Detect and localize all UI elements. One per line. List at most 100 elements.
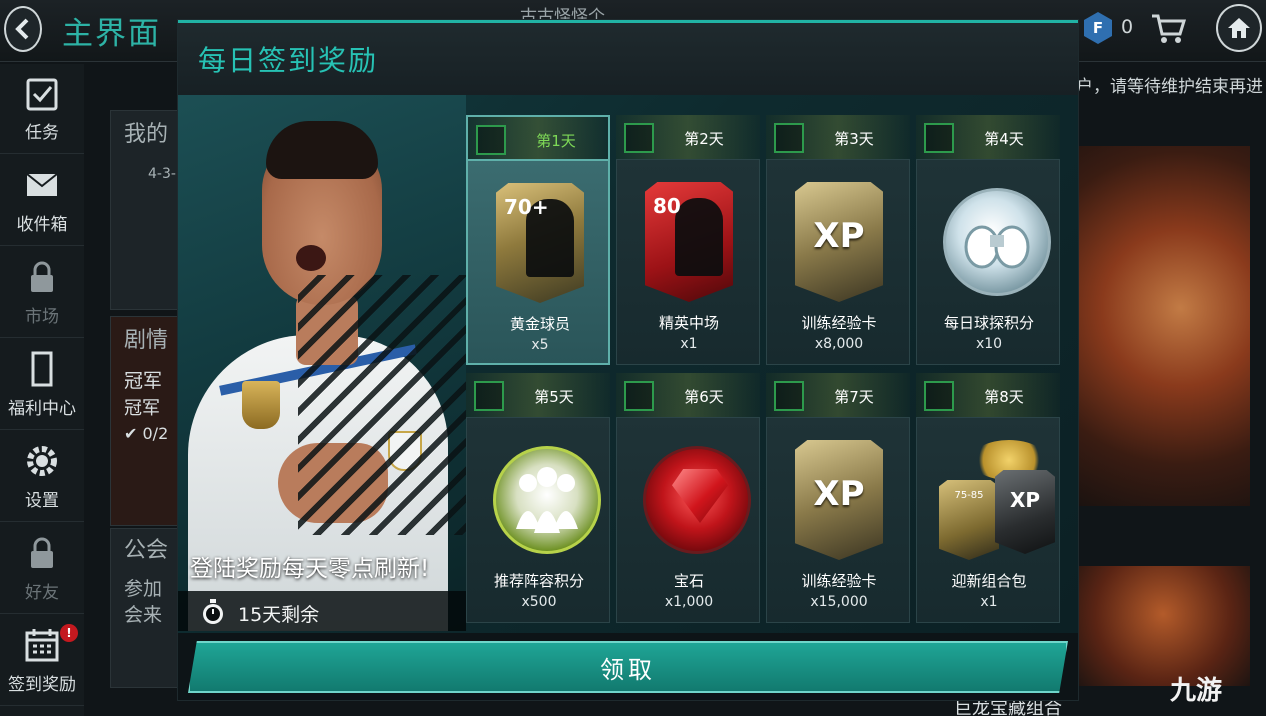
pack-rating: 75-85: [954, 490, 984, 501]
reward-day-6[interactable]: 第6天 宝石 x1,000: [616, 373, 760, 623]
card-icon: [24, 350, 60, 388]
envelope-icon: [24, 166, 60, 204]
sidebar-item-inbox[interactable]: 收件箱: [0, 156, 84, 246]
xp-label: XP: [813, 216, 865, 256]
sidebar-item-welfare[interactable]: 福利中心: [0, 340, 84, 430]
reward-name: 每日球探积分: [943, 314, 1034, 332]
fifa-points-count: 0: [1121, 16, 1134, 38]
reward-day-8[interactable]: 第8天 75-85 XP 迎新组合包 x1: [916, 373, 1060, 623]
sidebar-item-tasks[interactable]: 任务: [0, 64, 84, 154]
sidebar-item-signin-rewards[interactable]: ! 签到奖励: [0, 616, 84, 706]
page-title: 主界面: [62, 16, 161, 52]
reward-name: 迎新组合包: [951, 572, 1027, 590]
day-label: 第6天: [684, 388, 724, 406]
day-header: 第2天: [616, 115, 760, 159]
day-header: 第4天: [916, 115, 1060, 159]
my-team-label: 我的: [124, 122, 169, 147]
time-remaining-text: 15天剩余: [238, 604, 320, 626]
day-label: 第2天: [684, 130, 724, 148]
sidebar-item-label: 任务: [25, 123, 59, 143]
reward-day-7[interactable]: 第7天 XP 训练经验卡 x15,000: [766, 373, 910, 623]
reward-name: 推荐阵容积分: [493, 572, 584, 590]
reward-quantity: x1,000: [664, 594, 714, 610]
stopwatch-icon: [203, 599, 223, 624]
gold-player-card-icon: 70+: [490, 183, 590, 307]
day-label: 第1天: [536, 132, 576, 150]
day-label: 第5天: [534, 388, 574, 406]
day-checkbox: [924, 123, 954, 153]
player-mouth: [296, 245, 326, 271]
day-header: 第8天: [916, 373, 1060, 417]
sidebar-item-label: 福利中心: [8, 399, 76, 419]
champion-label-1: 冠军: [124, 370, 163, 392]
reward-day-4[interactable]: 第4天 每日球探积分 x10: [916, 115, 1060, 365]
clipboard-check-icon: [24, 74, 60, 112]
reward-name: 训练经验卡: [801, 314, 877, 332]
day-header: 第1天: [466, 115, 610, 159]
day-checkbox: [924, 381, 954, 411]
modal-title: 每日签到奖励: [198, 44, 379, 77]
champion-label-2: 冠军: [124, 398, 160, 419]
modal-header: 每日签到奖励: [178, 23, 1078, 95]
reward-card: 每日球探积分 x10: [916, 159, 1060, 365]
daily-signin-modal: 每日签到奖励 登陆奖励每天零点刷新! 15天剩余 第1天 70+ 黄金球员 x5…: [178, 20, 1078, 700]
diagonal-stripes: [298, 275, 466, 535]
sidebar-item-market[interactable]: 市场: [0, 248, 84, 338]
reward-quantity: x10: [975, 336, 1003, 352]
time-remaining-bar: 15天剩余: [178, 591, 466, 631]
sidebar: 任务 收件箱 市场 福利中心 设置 好友 ! 签到奖励: [0, 64, 84, 716]
reward-day-1[interactable]: 第1天 70+ 黄金球员 x5: [466, 115, 610, 365]
join-label-1: 参加: [124, 578, 163, 600]
calendar-icon: [24, 626, 60, 664]
reward-day-3[interactable]: 第3天 XP 训练经验卡 x8,000: [766, 115, 910, 365]
reward-card: 75-85 XP 迎新组合包 x1: [916, 417, 1060, 623]
day-label: 第3天: [834, 130, 874, 148]
xp-label: XP: [1009, 488, 1041, 512]
squad-players-icon: [489, 440, 601, 564]
reward-card: 宝石 x1,000: [616, 417, 760, 623]
card-rating: 80: [653, 194, 681, 218]
combo-pack-icon: 75-85 XP: [939, 440, 1055, 564]
join-label-2: 会来: [124, 604, 163, 626]
sidebar-item-label: 签到奖励: [8, 675, 76, 695]
xp-card-icon: XP: [789, 182, 889, 306]
day-header: 第7天: [766, 373, 910, 417]
reward-day-grid: 第1天 70+ 黄金球员 x5 第2天 80 精英中场 x1 第3天 XP 训练…: [466, 115, 1066, 631]
chevron-left-icon: [15, 18, 29, 40]
day-header: 第6天: [616, 373, 760, 417]
reward-card: 80 精英中场 x1: [616, 159, 760, 365]
day-checkbox: [476, 125, 506, 155]
binoculars-icon: [939, 182, 1051, 306]
reward-name: 精英中场: [658, 314, 719, 332]
sidebar-item-settings[interactable]: 设置: [0, 432, 84, 522]
reward-card: 70+ 黄金球员 x5: [466, 159, 610, 365]
reward-quantity: x8,000: [814, 336, 864, 352]
back-button[interactable]: [4, 6, 42, 52]
elite-player-card-icon: 80: [639, 182, 739, 306]
reward-name: 宝石: [673, 572, 704, 590]
lock-icon: [24, 534, 60, 572]
day-checkbox: [774, 123, 804, 153]
reward-name: 黄金球员: [509, 315, 570, 333]
xp-label: XP: [813, 474, 865, 514]
sidebar-item-label: 好友: [25, 583, 59, 603]
player-hair: [266, 121, 378, 179]
day-checkbox: [474, 381, 504, 411]
reward-quantity: x5: [531, 337, 549, 353]
home-button[interactable]: [1216, 4, 1262, 52]
modal-body: 登陆奖励每天零点刷新! 15天剩余 第1天 70+ 黄金球员 x5 第2天 80…: [178, 95, 1078, 633]
day-label: 第4天: [984, 130, 1024, 148]
sidebar-item-friends[interactable]: 好友: [0, 524, 84, 614]
reward-card: XP 训练经验卡 x8,000: [766, 159, 910, 365]
claim-button[interactable]: 领取: [188, 641, 1068, 693]
fifa-points-icon: F: [1084, 12, 1112, 44]
refresh-notice: 登陆奖励每天零点刷新!: [190, 556, 430, 582]
event-banner-art: [1076, 146, 1250, 506]
home-icon: [1228, 18, 1250, 38]
reward-card: XP 训练经验卡 x15,000: [766, 417, 910, 623]
reward-day-2[interactable]: 第2天 80 精英中场 x1: [616, 115, 760, 365]
cart-icon[interactable]: [1150, 12, 1186, 46]
day-checkbox: [624, 123, 654, 153]
reward-day-5[interactable]: 第5天 推荐阵容积分 x500: [466, 373, 610, 623]
day-label: 第7天: [834, 388, 874, 406]
